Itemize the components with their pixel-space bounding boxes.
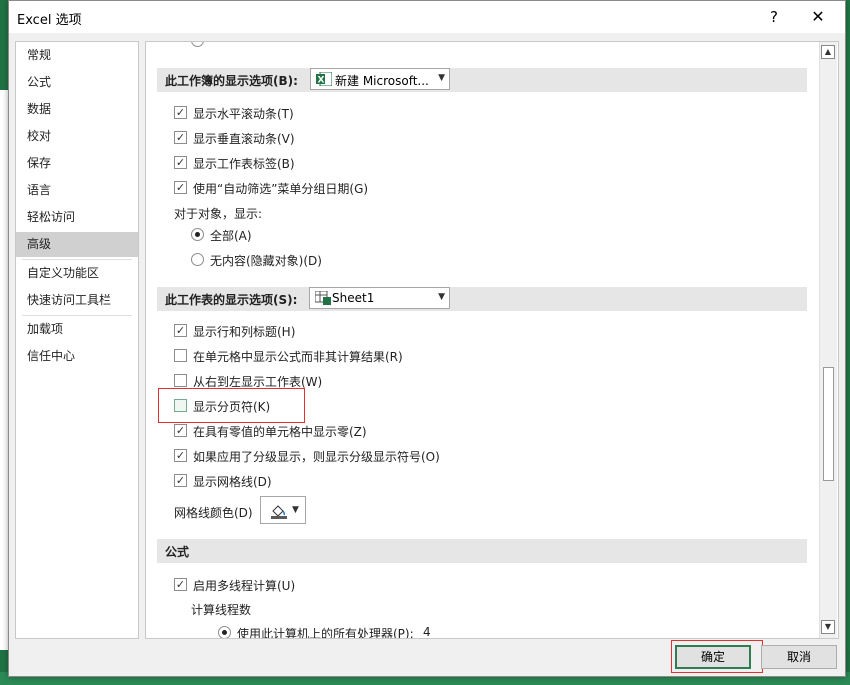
nav-item-customize-ribbon[interactable]: 自定义功能区	[16, 261, 138, 286]
help-button[interactable]: ?	[761, 5, 787, 29]
title-bar: Excel 选项 ? ✕	[9, 1, 845, 33]
svg-text:X: X	[318, 76, 325, 86]
scroll-up-icon[interactable]: ▲	[821, 45, 835, 59]
checkbox[interactable]: ✓	[174, 474, 187, 487]
cancel-button[interactable]: 取消	[761, 645, 837, 669]
nav-item-formulas[interactable]: 公式	[16, 70, 138, 95]
sheet-icon	[315, 291, 331, 305]
checkbox[interactable]: ✓	[174, 449, 187, 462]
nav-item-advanced[interactable]: 高级	[16, 232, 138, 257]
checkbox[interactable]: ✓	[174, 131, 187, 144]
options-content-pane: 此工作簿的显示选项(B): X 新建 Microsoft... ▼ ✓ 显示水平滚…	[145, 41, 839, 639]
processor-count: 4	[423, 625, 431, 639]
checkbox[interactable]: ✓	[174, 156, 187, 169]
content-scrollbar[interactable]: ▲ ▼	[819, 42, 837, 638]
worksheet-select[interactable]: Sheet1 ▼	[309, 287, 450, 309]
workbook-display-header: 此工作簿的显示选项(B):	[157, 68, 807, 92]
nav-item-accessibility[interactable]: 轻松访问	[16, 205, 138, 230]
close-button[interactable]: ✕	[805, 5, 831, 29]
threads-label: 计算线程数	[191, 603, 252, 617]
gridline-color-label: 网格线颜色(D)	[174, 506, 253, 520]
annotation-highlight-box	[158, 388, 305, 423]
annotation-highlight-box	[671, 640, 763, 673]
checkbox[interactable]: ✓	[174, 181, 187, 194]
workbook-select[interactable]: X 新建 Microsoft... ▼	[310, 68, 450, 90]
checkbox[interactable]: ✓	[174, 578, 187, 591]
options-nav: 常规 公式 数据 校对 保存 语言 轻松访问 高级 自定义功能区 快速访问工具栏…	[15, 41, 139, 639]
nav-item-language[interactable]: 语言	[16, 178, 138, 203]
chevron-down-icon: ▼	[292, 505, 299, 515]
nav-divider	[22, 259, 132, 260]
checkbox[interactable]	[174, 374, 187, 387]
chevron-down-icon: ▼	[438, 292, 445, 302]
checkbox[interactable]: ✓	[174, 424, 187, 437]
paint-bucket-icon	[271, 505, 287, 519]
checkbox[interactable]: ✓	[174, 324, 187, 337]
nav-item-general[interactable]: 常规	[16, 43, 138, 68]
worksheet-display-header: 此工作表的显示选项(S):	[157, 287, 807, 311]
chevron-down-icon: ▼	[438, 73, 445, 83]
formulas-header: 公式	[157, 539, 807, 563]
excel-options-dialog: Excel 选项 ? ✕ 常规 公式 数据 校对 保存 语言 轻松访问 高级 自…	[8, 0, 846, 677]
excel-file-icon: X	[316, 72, 332, 86]
nav-item-add-ins[interactable]: 加载项	[16, 317, 138, 342]
dialog-title: Excel 选项	[17, 13, 82, 28]
scroll-thumb[interactable]	[823, 367, 834, 481]
scroll-down-icon[interactable]: ▼	[821, 620, 835, 634]
checkbox[interactable]	[174, 349, 187, 362]
nav-item-save[interactable]: 保存	[16, 151, 138, 176]
nav-item-quick-access-toolbar[interactable]: 快速访问工具栏	[16, 288, 138, 313]
nav-item-data[interactable]: 数据	[16, 97, 138, 122]
objects-display-label: 对于对象，显示:	[174, 207, 263, 221]
checkbox[interactable]: ✓	[174, 106, 187, 119]
nav-divider	[22, 315, 132, 316]
nav-item-proofing[interactable]: 校对	[16, 124, 138, 149]
gridline-color-picker[interactable]: ▼	[260, 496, 306, 524]
nav-item-trust-center[interactable]: 信任中心	[16, 344, 138, 369]
